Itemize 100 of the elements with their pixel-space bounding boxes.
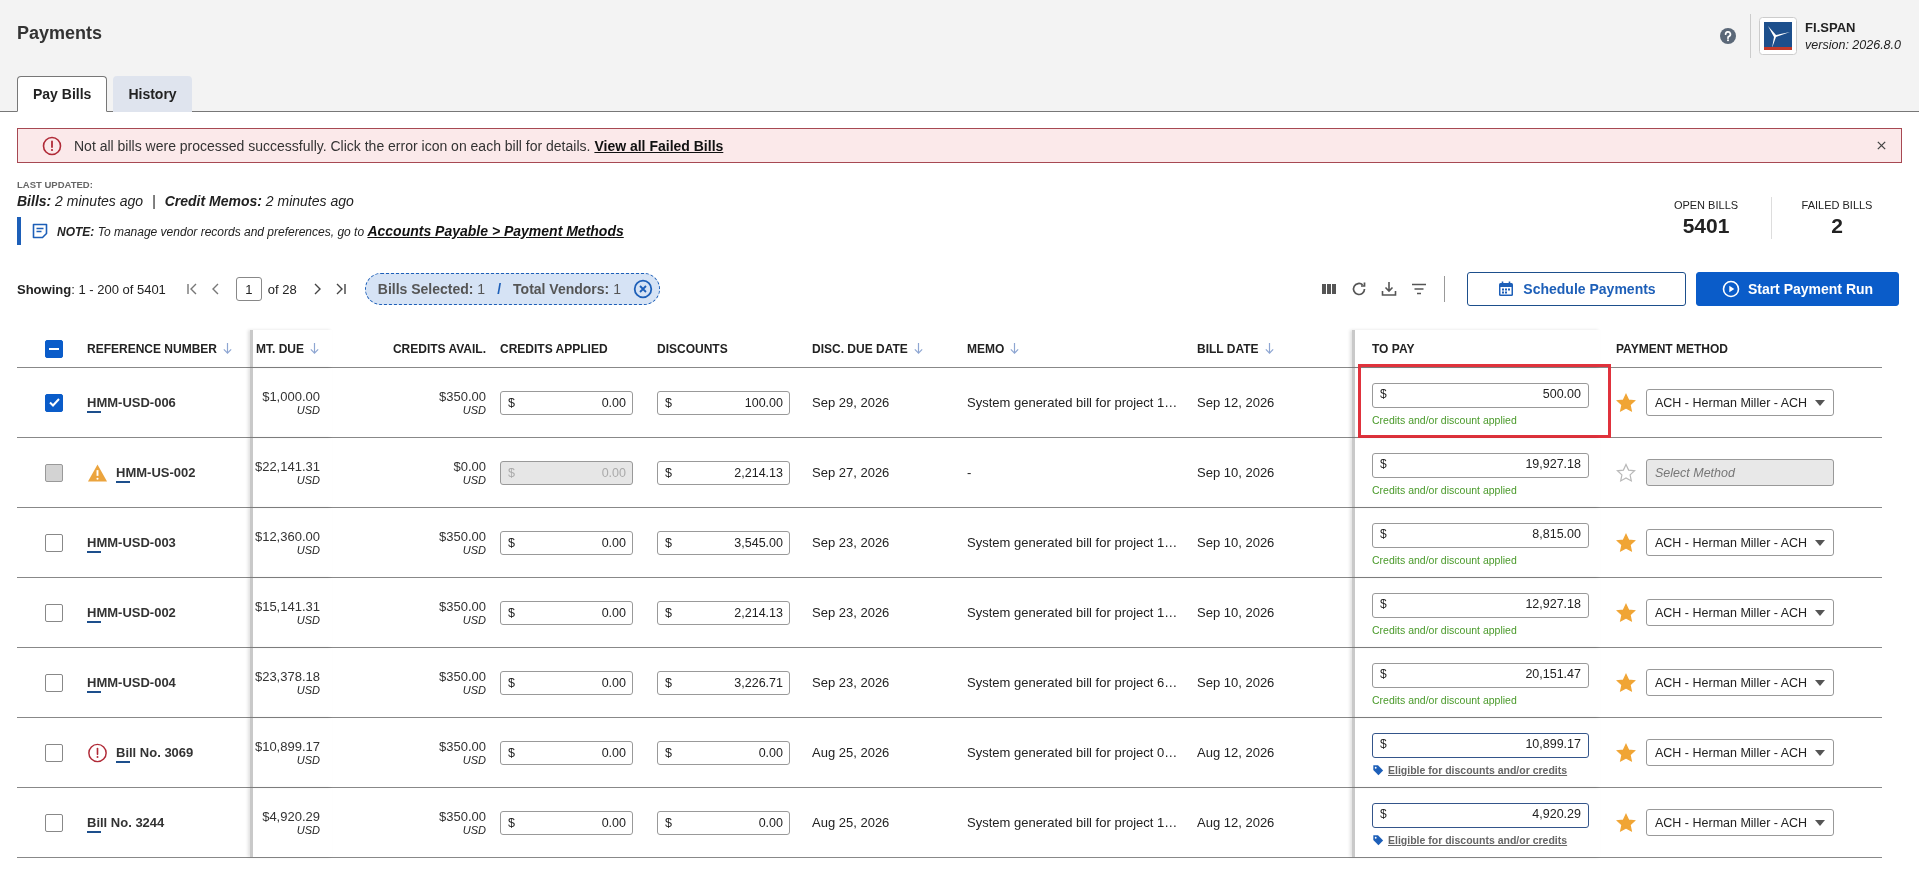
payment-method-select[interactable]: ACH - Herman Miller - ACH (1646, 809, 1834, 836)
first-page-icon[interactable] (184, 282, 199, 296)
help-icon[interactable] (1720, 28, 1737, 44)
sort-arrow-icon[interactable] (309, 342, 320, 355)
row-checkbox[interactable] (45, 393, 63, 412)
tab[interactable]: History (113, 76, 192, 112)
table-cell: Sep 27, 2026 (812, 465, 890, 480)
to-pay-field[interactable]: $ 500.00 (1372, 383, 1589, 408)
star-icon[interactable] (1616, 812, 1636, 833)
stat-value: 5401 (1681, 213, 1731, 238)
payment-method-select[interactable]: ACH - Herman Miller - ACH (1646, 669, 1834, 696)
amount-due: $23,378.18 (254, 669, 320, 684)
close-icon[interactable] (1876, 140, 1887, 151)
sort-arrow-icon[interactable] (222, 342, 233, 355)
table-cell: Aug 25, 2026 (812, 745, 890, 760)
credits-available: $350.00 (439, 599, 486, 614)
to-pay-field[interactable]: $ 4,920.29 (1372, 803, 1589, 828)
payment-method-select[interactable]: ACH - Herman Miller - ACH (1646, 389, 1834, 416)
reference-link[interactable]: HMM-US-002 (116, 465, 196, 483)
sort-arrow-icon[interactable] (1009, 342, 1021, 355)
credits-applied-field[interactable]: $ 0.00 (500, 740, 633, 765)
star-icon[interactable] (1616, 532, 1636, 553)
credits-applied-field[interactable]: $ 0.00 (500, 670, 633, 695)
discount-field[interactable]: $ 100.00 (657, 390, 790, 415)
credits-applied-field[interactable]: $ 0.00 (500, 600, 633, 625)
schedule-payments-button[interactable]: Schedule Payments (1467, 272, 1686, 306)
table-cell: Sep 10, 2026 (1197, 535, 1275, 550)
alert-message: Not all bills were processed successfully. Click the error icon on each bill for details. (74, 137, 591, 154)
column-header[interactable]: MT. DUE (256, 341, 304, 356)
star-icon[interactable] (1616, 742, 1636, 763)
column-header[interactable]: MEMO (967, 341, 1005, 356)
caret-icon (1815, 399, 1825, 406)
applied-note: Credits and/or discount applied (1372, 484, 1518, 496)
column-header[interactable]: REFERENCE NUMBER (87, 341, 217, 356)
sort-arrow-icon[interactable] (912, 342, 924, 355)
currency-label: USD (462, 544, 486, 556)
payment-method-select[interactable]: ACH - Herman Miller - ACH (1646, 739, 1834, 766)
start-payment-run-button[interactable]: Start Payment Run (1696, 272, 1899, 306)
clear-selection-icon[interactable] (632, 279, 653, 299)
sort-arrow-icon[interactable] (1263, 342, 1275, 355)
discount-field[interactable]: $ 0.00 (657, 810, 790, 835)
to-pay-field[interactable]: $ 19,927.18 (1372, 453, 1589, 478)
warning-icon[interactable] (87, 462, 108, 483)
to-pay-field[interactable]: $ 12,927.18 (1372, 593, 1589, 618)
currency-label: USD (462, 404, 486, 416)
payment-methods-link[interactable]: Accounts Payable > Payment Methods (367, 223, 624, 239)
credits-applied-field[interactable]: $ 0.00 (500, 810, 633, 835)
credits-applied-field[interactable]: $ 0.00 (500, 530, 633, 555)
currency-label: USD (296, 614, 320, 626)
star-icon[interactable] (1616, 602, 1636, 623)
to-pay-field[interactable]: $ 20,151.47 (1372, 663, 1589, 688)
select-all-checkbox[interactable] (45, 339, 63, 358)
reference-link[interactable]: Bill No. 3244 (87, 815, 165, 833)
tab[interactable]: Pay Bills (17, 76, 108, 112)
refresh-icon[interactable] (1350, 280, 1368, 298)
row-checkbox[interactable] (45, 533, 63, 552)
eligible-link[interactable]: Eligible for discounts and/or credits (1388, 834, 1568, 846)
to-pay-field[interactable]: $ 8,815.00 (1372, 523, 1589, 548)
currency-label: USD (296, 544, 320, 556)
row-checkbox[interactable] (45, 673, 63, 692)
reference-link[interactable]: HMM-USD-003 (87, 535, 176, 553)
row-checkbox[interactable] (45, 813, 63, 832)
reference-link[interactable]: HMM-USD-004 (87, 675, 176, 693)
discount-field[interactable]: $ 0.00 (657, 740, 790, 765)
discount-field[interactable]: $ 2,214.13 (657, 460, 790, 485)
column-header[interactable]: BILL DATE (1197, 341, 1259, 356)
reference-link[interactable]: Bill No. 3069 (116, 745, 194, 763)
version-label: version: 2026.8.0 (1805, 38, 1901, 52)
separator: | (152, 193, 156, 209)
row-checkbox[interactable] (45, 743, 63, 762)
payment-method-select[interactable]: ACH - Herman Miller - ACH (1646, 599, 1834, 626)
logo-icon (1759, 17, 1798, 55)
download-icon[interactable] (1380, 280, 1398, 298)
tag-icon (1372, 764, 1384, 776)
page-field[interactable]: 1 (235, 277, 262, 301)
column-header[interactable]: DISC. DUE DATE (812, 341, 908, 356)
reference-link[interactable]: HMM-USD-002 (87, 605, 176, 623)
row-checkbox[interactable] (45, 603, 63, 622)
error-icon[interactable] (87, 742, 108, 763)
star-icon[interactable] (1616, 672, 1636, 693)
discount-field[interactable]: $ 3,226.71 (657, 670, 790, 695)
credits-applied-field[interactable]: $ 0.00 (500, 390, 633, 415)
payment-method-select[interactable]: ACH - Herman Miller - ACH (1646, 529, 1834, 556)
discount-field[interactable]: $ 2,214.13 (657, 600, 790, 625)
discount-field[interactable]: $ 3,545.00 (657, 530, 790, 555)
amount-due: $1,000.00 (262, 389, 320, 404)
showing-count: Showing: 1 - 200 of 5401 (17, 281, 166, 297)
updated-time: Bills: 2 minutes ago (17, 193, 144, 209)
to-pay-field[interactable]: $ 10,899.17 (1372, 733, 1589, 758)
applied-note: Credits and/or discount applied (1372, 554, 1518, 566)
table-cell: Sep 10, 2026 (1197, 465, 1275, 480)
credits-applied-field: $ 0.00 (500, 460, 633, 485)
error-icon (42, 135, 62, 156)
column-header: CREDITS AVAIL. (392, 341, 486, 356)
table-cell: Sep 10, 2026 (1197, 675, 1275, 690)
reference-link[interactable]: HMM-USD-006 (87, 395, 176, 413)
eligible-link[interactable]: Eligible for discounts and/or credits (1388, 764, 1568, 776)
star-icon[interactable] (1616, 392, 1636, 413)
table-cell: System generated bill for project 0… (967, 745, 1178, 760)
failed-bills-link[interactable]: View all Failed Bills (594, 137, 724, 154)
